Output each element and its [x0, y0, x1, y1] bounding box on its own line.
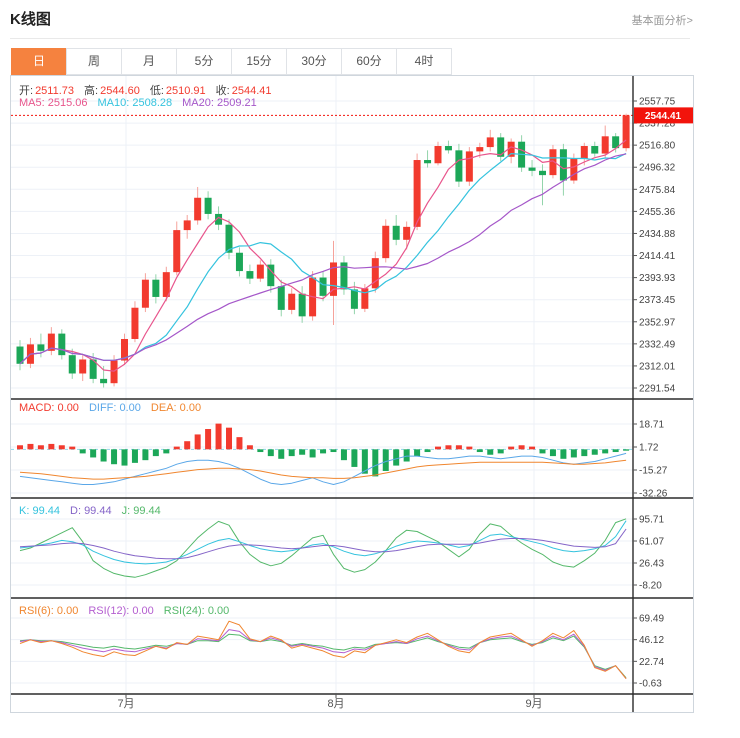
fundamental-analysis-link[interactable]: 基本面分析> [632, 12, 693, 28]
svg-text:18.71: 18.71 [639, 420, 664, 431]
svg-text:8月: 8月 [327, 698, 344, 710]
svg-text:46.12: 46.12 [639, 635, 664, 646]
svg-text:2496.32: 2496.32 [639, 163, 676, 174]
kline-page: K线图 基本面分析> 日 周 月 5分 15分 30分 60分 4时 2557.… [0, 0, 740, 738]
svg-text:26.43: 26.43 [639, 559, 664, 570]
tab-15min[interactable]: 15分 [231, 48, 287, 75]
header-divider [10, 38, 690, 39]
svg-text:2414.41: 2414.41 [639, 251, 676, 262]
svg-text:2434.88: 2434.88 [639, 229, 676, 240]
chart-canvas[interactable]: 2557.752537.282516.802496.322475.842455.… [11, 76, 693, 712]
tab-4hour[interactable]: 4时 [396, 48, 452, 75]
svg-text:2332.49: 2332.49 [639, 339, 676, 350]
svg-text:69.49: 69.49 [639, 614, 664, 625]
svg-text:2373.45: 2373.45 [639, 295, 676, 306]
tab-month[interactable]: 月 [121, 48, 177, 75]
svg-text:-0.63: -0.63 [639, 679, 662, 690]
tab-5min[interactable]: 5分 [176, 48, 232, 75]
tab-30min[interactable]: 30分 [286, 48, 342, 75]
svg-text:2475.84: 2475.84 [639, 185, 676, 196]
svg-text:2544.41: 2544.41 [645, 111, 682, 122]
svg-text:-8.20: -8.20 [639, 581, 662, 592]
svg-text:2291.54: 2291.54 [639, 384, 676, 395]
tab-week[interactable]: 周 [66, 48, 122, 75]
svg-text:2455.36: 2455.36 [639, 207, 676, 218]
svg-text:1.72: 1.72 [639, 443, 659, 454]
tab-60min[interactable]: 60分 [341, 48, 397, 75]
svg-text:95.71: 95.71 [639, 515, 664, 526]
period-tabbar: 日 周 月 5分 15分 30分 60分 4时 [11, 48, 452, 75]
chart-widget: 2557.752537.282516.802496.322475.842455.… [10, 75, 694, 713]
tab-day[interactable]: 日 [11, 48, 67, 75]
svg-text:2352.97: 2352.97 [639, 317, 676, 328]
svg-text:7月: 7月 [117, 698, 134, 710]
svg-text:61.07: 61.07 [639, 537, 664, 548]
svg-text:2393.93: 2393.93 [639, 273, 676, 284]
page-title: K线图 [10, 8, 51, 29]
svg-text:2557.75: 2557.75 [639, 97, 676, 108]
svg-text:2516.80: 2516.80 [639, 141, 676, 152]
svg-text:2312.01: 2312.01 [639, 361, 676, 372]
svg-text:9月: 9月 [525, 698, 542, 710]
svg-text:-32.26: -32.26 [639, 489, 668, 500]
svg-text:22.74: 22.74 [639, 657, 664, 668]
svg-text:-15.27: -15.27 [639, 466, 668, 477]
